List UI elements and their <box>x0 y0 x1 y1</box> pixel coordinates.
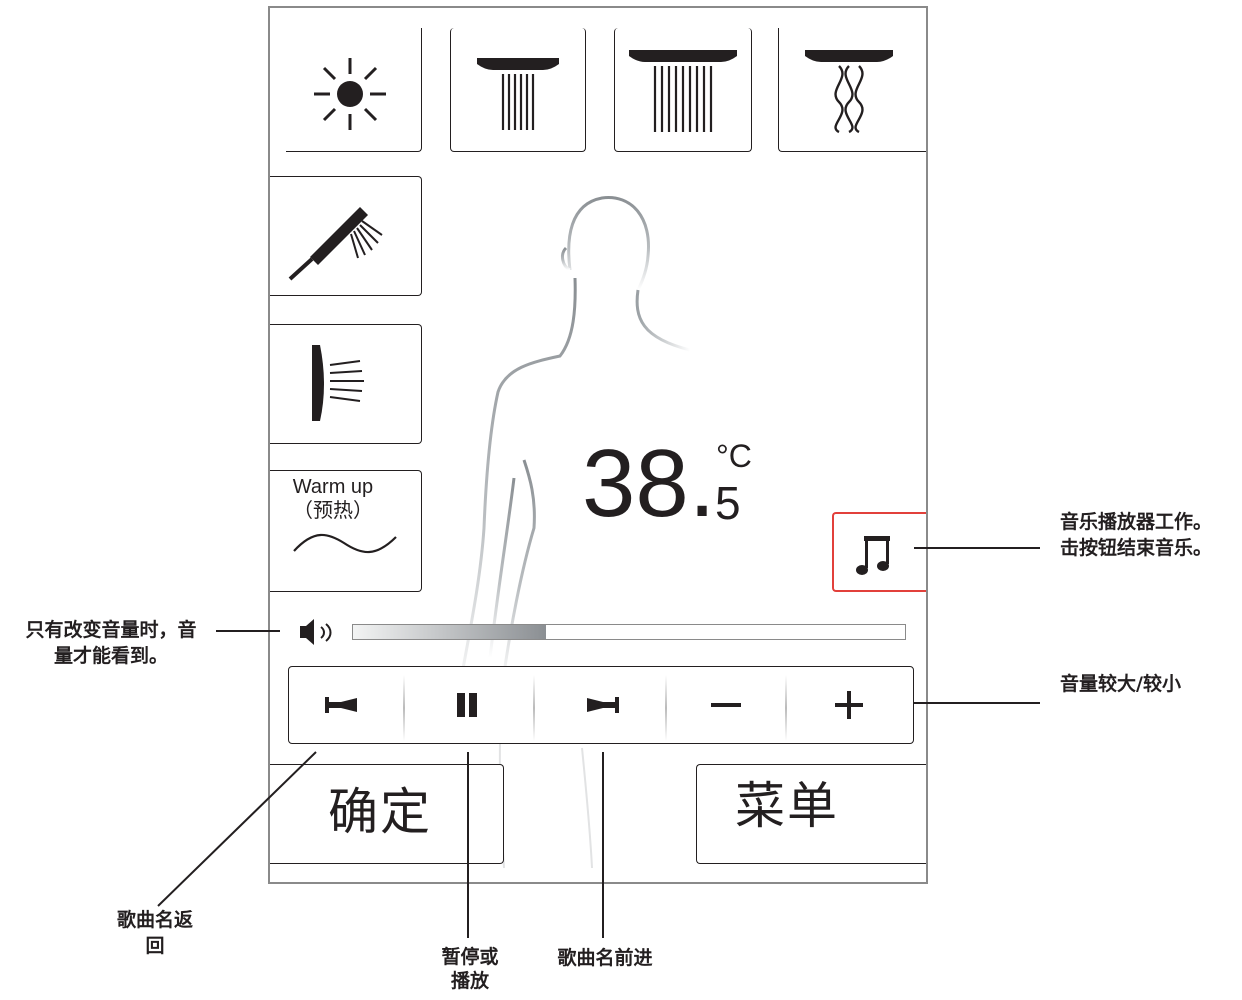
previous-track-annotation: 歌曲名返 回 <box>100 908 210 959</box>
annotation-text: 播放 <box>450 969 489 992</box>
pause-annotation: 暂停或 播放 <box>420 946 520 994</box>
callout-leaders <box>157 751 604 938</box>
annotation-text: 回 <box>145 934 165 957</box>
annotation-text: 歌曲名返 <box>116 909 193 931</box>
callout-line-prev <box>157 751 317 907</box>
annotation-text: 暂停或 <box>441 946 499 968</box>
next-track-annotation: 歌曲名前进 <box>557 947 653 969</box>
